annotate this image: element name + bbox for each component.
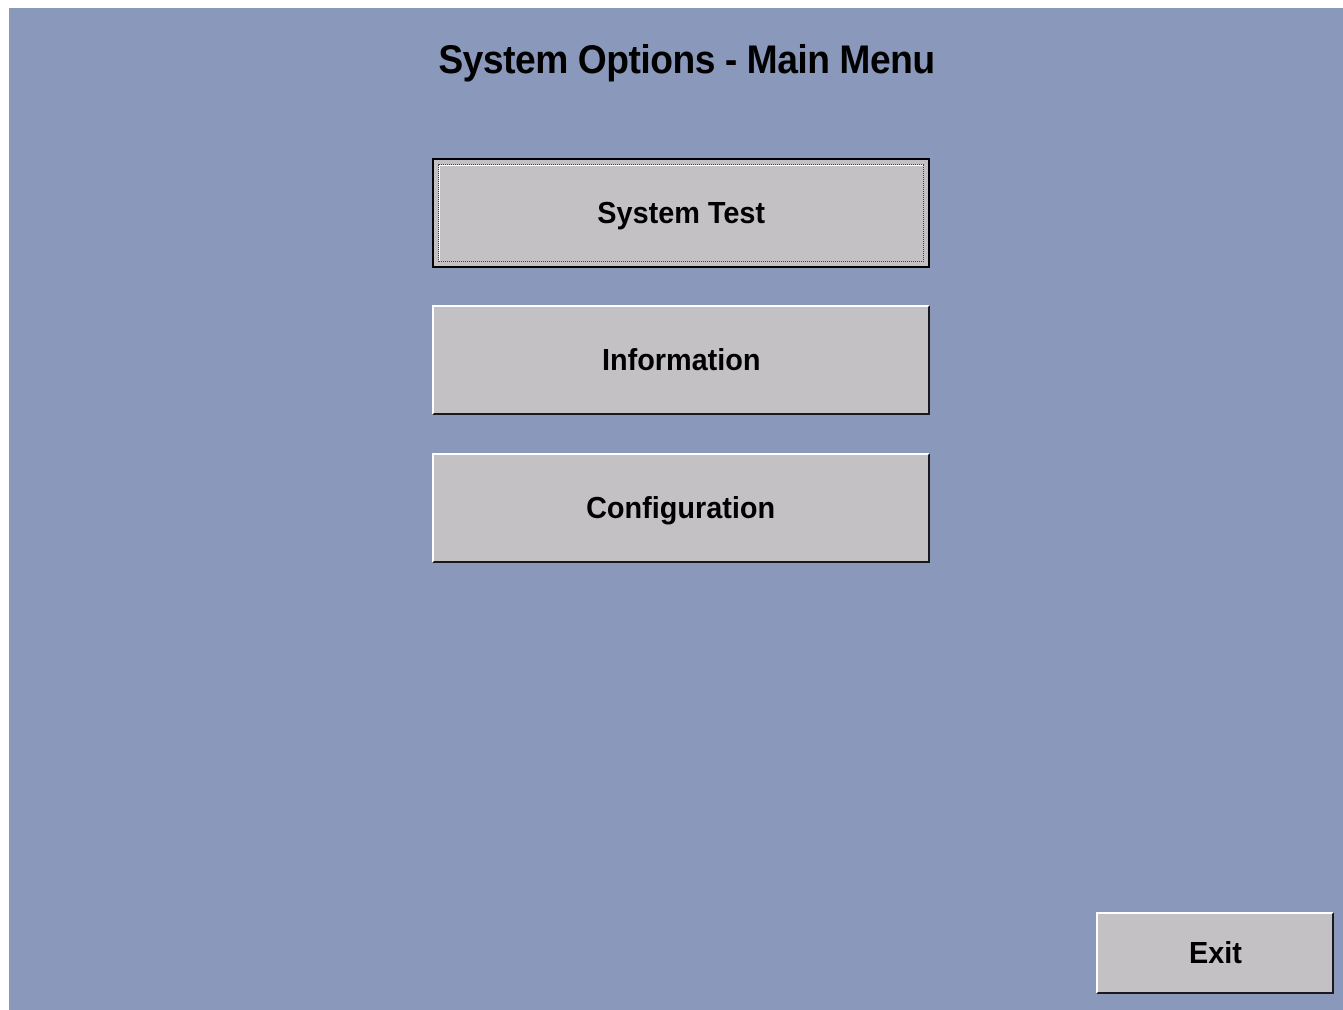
exit-button[interactable]: Exit [1096, 912, 1334, 994]
exit-label: Exit [1188, 935, 1242, 970]
information-label: Information [601, 342, 761, 377]
information-button[interactable]: Information [432, 305, 930, 415]
system-test-label: System Test [597, 195, 765, 230]
system-test-button[interactable]: System Test [432, 158, 930, 268]
configuration-label: Configuration [586, 490, 776, 525]
configuration-button[interactable]: Configuration [432, 453, 930, 563]
page-title: System Options - Main Menu [438, 38, 935, 82]
system-options-screen: System Options - Main Menu System Test I… [9, 8, 1343, 1010]
